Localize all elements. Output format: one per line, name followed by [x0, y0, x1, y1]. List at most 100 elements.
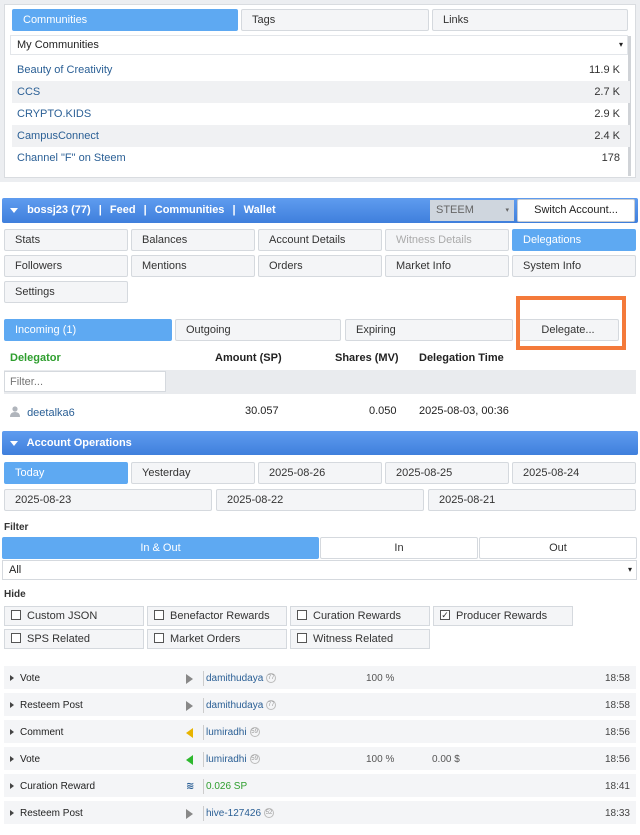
tab-incoming[interactable]: Incoming (1): [4, 319, 172, 341]
hide-benefactor-rewards-checkbox[interactable]: Benefactor Rewards: [147, 606, 287, 626]
collapse-icon[interactable]: [10, 207, 18, 213]
operation-row[interactable]: Curation Reward ≋ 0.026 SP 18:41: [4, 774, 636, 799]
community-row[interactable]: CampusConnect 2.4 K: [12, 125, 630, 147]
tab-account-details[interactable]: Account Details: [258, 229, 382, 251]
checkbox-label: Curation Rewards: [313, 610, 402, 622]
community-name[interactable]: CRYPTO.KIDS: [12, 108, 91, 120]
communities-link[interactable]: Communities: [155, 204, 225, 216]
operation-user-link[interactable]: lumiradhi: [206, 727, 247, 738]
expand-caret-icon[interactable]: [10, 756, 14, 763]
operation-type: Comment: [20, 727, 64, 738]
tab-mentions[interactable]: Mentions: [131, 255, 255, 277]
operation-user-link[interactable]: hive-127426: [206, 808, 261, 819]
operation-user-link[interactable]: damithudaya: [206, 700, 263, 711]
reputation-badge: 52: [264, 808, 275, 819]
date-button[interactable]: 2025-08-25: [385, 462, 509, 484]
tab-settings[interactable]: Settings: [4, 281, 128, 303]
checkbox-label: SPS Related: [27, 633, 90, 645]
operation-time: 18:56: [604, 754, 630, 765]
direction-out[interactable]: Out: [479, 537, 637, 559]
operation-type-select[interactable]: All ▾: [2, 560, 637, 580]
community-row[interactable]: Channel "F" on Steem 178: [12, 147, 630, 169]
tab-outgoing[interactable]: Outgoing: [175, 319, 341, 341]
checkbox-icon[interactable]: [154, 610, 164, 621]
wallet-link[interactable]: Wallet: [244, 204, 276, 216]
operation-user-link[interactable]: lumiradhi: [206, 754, 247, 765]
expand-caret-icon[interactable]: [10, 810, 14, 817]
currency-select[interactable]: STEEM ▾: [430, 200, 514, 221]
tab-witness-details[interactable]: Witness Details: [385, 229, 509, 251]
header-shares[interactable]: Shares (MV): [335, 352, 399, 364]
date-today[interactable]: Today: [4, 462, 128, 484]
hide-producer-rewards-checkbox[interactable]: ✓ Producer Rewards: [433, 606, 573, 626]
user-icon: [10, 406, 20, 417]
tab-market-info[interactable]: Market Info: [385, 255, 509, 277]
date-button[interactable]: 2025-08-24: [512, 462, 636, 484]
account-username[interactable]: bossj23 (77): [27, 204, 91, 216]
delegation-amount: 30.057: [245, 405, 279, 417]
chevron-down-icon: ▾: [627, 565, 632, 574]
delegator-filter-input[interactable]: [4, 371, 166, 392]
my-communities-select[interactable]: My Communities ▾: [10, 35, 628, 55]
community-name[interactable]: CampusConnect: [12, 130, 99, 142]
community-name[interactable]: Channel "F" on Steem: [12, 152, 126, 164]
separator: |: [232, 204, 236, 216]
date-button[interactable]: 2025-08-26: [258, 462, 382, 484]
checkmark-icon[interactable]: ✓: [440, 610, 450, 621]
tab-followers[interactable]: Followers: [4, 255, 128, 277]
community-name[interactable]: Beauty of Creativity: [12, 64, 112, 76]
checkbox-label: Producer Rewards: [456, 610, 548, 622]
tab-stats[interactable]: Stats: [4, 229, 128, 251]
operation-row[interactable]: Resteem Post hive-127426 52 18:33: [4, 801, 636, 826]
community-count: 2.7 K: [594, 86, 620, 98]
tab-links[interactable]: Links: [432, 9, 628, 31]
operation-row[interactable]: Vote lumiradhi 59 100 % 0.00 $ 18:56: [4, 747, 636, 772]
community-row[interactable]: CCS 2.7 K: [12, 81, 630, 103]
tab-orders[interactable]: Orders: [258, 255, 382, 277]
hide-sps-related-checkbox[interactable]: SPS Related: [4, 629, 144, 649]
community-row[interactable]: CRYPTO.KIDS 2.9 K: [12, 103, 630, 125]
expand-caret-icon[interactable]: [10, 783, 14, 790]
date-button[interactable]: 2025-08-21: [428, 489, 636, 511]
hide-curation-rewards-checkbox[interactable]: Curation Rewards: [290, 606, 430, 626]
community-row[interactable]: Beauty of Creativity 11.9 K: [12, 59, 630, 81]
checkbox-icon[interactable]: [297, 633, 307, 644]
delegator-link[interactable]: deetalka6: [27, 407, 75, 419]
tab-balances[interactable]: Balances: [131, 229, 255, 251]
date-button[interactable]: 2025-08-22: [216, 489, 424, 511]
header-time[interactable]: Delegation Time: [419, 352, 504, 364]
checkbox-icon[interactable]: [11, 610, 21, 621]
collapse-icon[interactable]: [10, 440, 18, 446]
operation-row[interactable]: Resteem Post damithudaya 77 18:58: [4, 693, 636, 718]
operation-user-link[interactable]: damithudaya: [206, 673, 263, 684]
feed-link[interactable]: Feed: [110, 204, 136, 216]
tab-communities[interactable]: Communities: [12, 9, 238, 31]
hide-custom-json-checkbox[interactable]: Custom JSON: [4, 606, 144, 626]
hide-witness-related-checkbox[interactable]: Witness Related: [290, 629, 430, 649]
checkbox-icon[interactable]: [154, 633, 164, 644]
community-name[interactable]: CCS: [12, 86, 40, 98]
chevron-down-icon: ▾: [505, 207, 509, 214]
direction-in[interactable]: In: [320, 537, 478, 559]
expand-caret-icon[interactable]: [10, 675, 14, 682]
tab-system-info[interactable]: System Info: [512, 255, 636, 277]
expand-caret-icon[interactable]: [10, 702, 14, 709]
operation-row[interactable]: Vote damithudaya 77 100 % 18:58: [4, 666, 636, 691]
tab-delegations[interactable]: Delegations: [512, 229, 636, 251]
expand-caret-icon[interactable]: [10, 729, 14, 736]
switch-account-button[interactable]: Switch Account...: [517, 199, 635, 222]
checkbox-icon[interactable]: [297, 610, 307, 621]
currency-value: STEEM: [436, 204, 474, 216]
checkbox-icon[interactable]: [11, 633, 21, 644]
chevron-down-icon: ▾: [618, 40, 623, 49]
operation-row[interactable]: Comment lumiradhi 59 18:56: [4, 720, 636, 745]
date-button[interactable]: 2025-08-23: [4, 489, 212, 511]
account-operations-bar[interactable]: Account Operations: [2, 431, 638, 455]
header-amount[interactable]: Amount (SP): [215, 352, 282, 364]
tab-expiring[interactable]: Expiring: [345, 319, 513, 341]
header-delegator[interactable]: Delegator: [10, 352, 61, 364]
hide-market-orders-checkbox[interactable]: Market Orders: [147, 629, 287, 649]
tab-tags[interactable]: Tags: [241, 9, 429, 31]
date-yesterday[interactable]: Yesterday: [131, 462, 255, 484]
direction-in-out[interactable]: In & Out: [2, 537, 319, 559]
